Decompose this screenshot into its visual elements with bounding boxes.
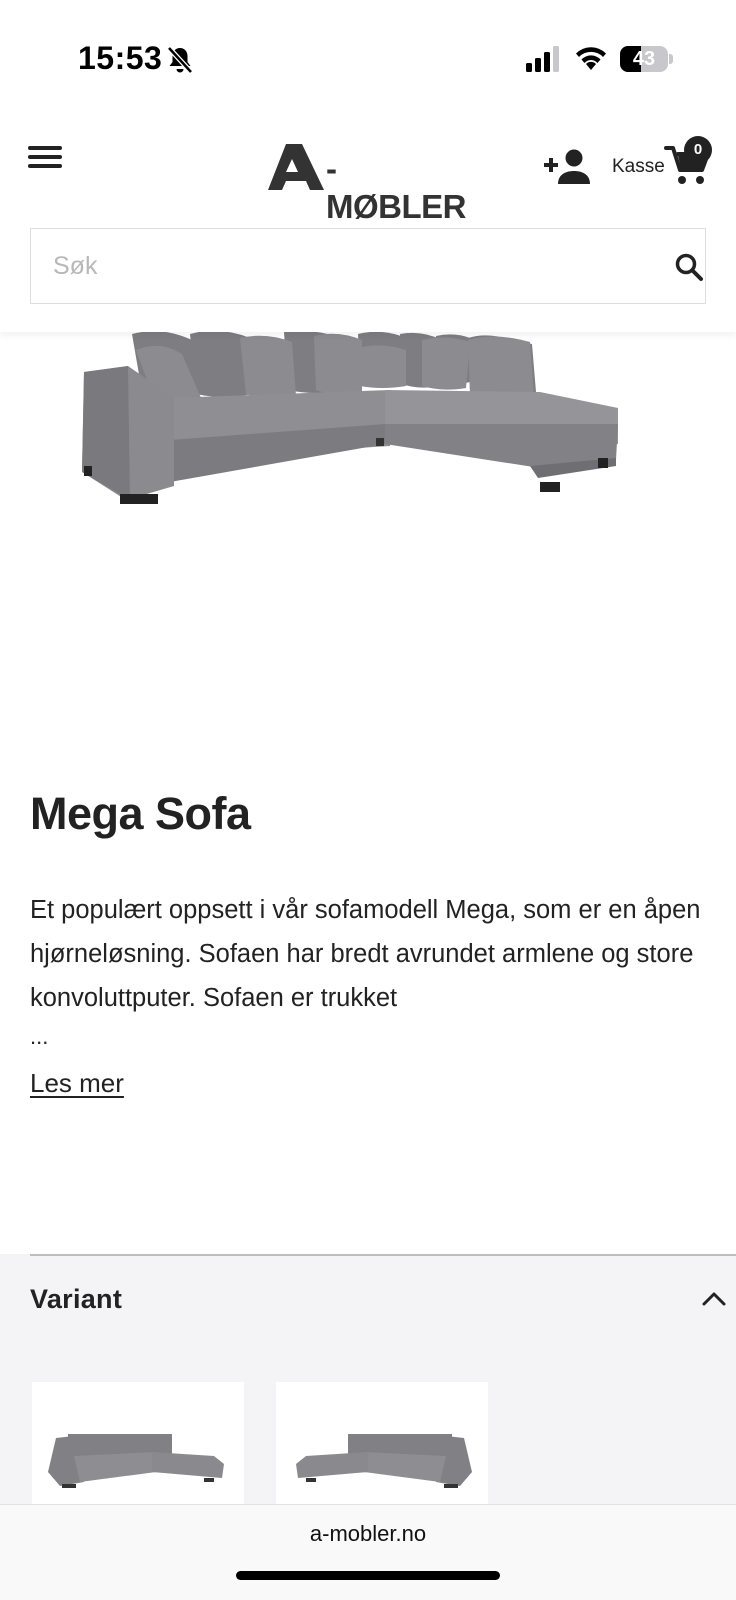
chevron-up-icon[interactable] xyxy=(700,1286,728,1310)
product-image[interactable] xyxy=(70,320,650,530)
site-header: -MØBLER Kasse 0 xyxy=(0,100,736,332)
variant-image xyxy=(296,1434,472,1488)
wifi-icon xyxy=(576,47,606,70)
search-input[interactable] xyxy=(31,229,631,303)
bell-slash-icon xyxy=(167,46,193,74)
logo-a-mark xyxy=(268,144,324,190)
logo[interactable]: -MØBLER xyxy=(266,144,470,225)
search-bar xyxy=(30,228,706,304)
browser-url-bar[interactable]: a-mobler.no xyxy=(0,1504,736,1600)
url-text[interactable]: a-mobler.no xyxy=(0,1521,736,1547)
status-time: 15:53 xyxy=(78,40,163,76)
cart-count-badge: 0 xyxy=(684,136,712,164)
search-icon[interactable] xyxy=(673,251,705,283)
variant-image xyxy=(48,1434,224,1488)
variant-option-left[interactable] xyxy=(32,1382,244,1512)
variant-section: Variant xyxy=(0,1254,736,1512)
variant-heading[interactable]: Variant xyxy=(30,1284,122,1315)
description-ellipsis: ... xyxy=(30,1024,49,1049)
signal-icon xyxy=(526,46,559,72)
product-title: Mega Sofa xyxy=(30,788,251,839)
hamburger-menu-icon[interactable] xyxy=(28,142,64,172)
battery-percent: 43 xyxy=(632,48,656,70)
variant-option-right[interactable] xyxy=(276,1382,488,1512)
status-bar: 15:53 43 xyxy=(0,0,736,100)
home-indicator[interactable] xyxy=(236,1571,500,1580)
product-description: Et populært oppsett i vår sofamodell Meg… xyxy=(30,896,701,1012)
add-user-icon[interactable] xyxy=(544,148,590,184)
battery-icon: 43 xyxy=(620,46,673,72)
logo-text: -MØBLER xyxy=(326,150,467,225)
divider xyxy=(30,1254,736,1256)
checkout-label[interactable]: Kasse xyxy=(612,156,665,178)
read-more-link[interactable]: Les mer xyxy=(30,1068,124,1099)
